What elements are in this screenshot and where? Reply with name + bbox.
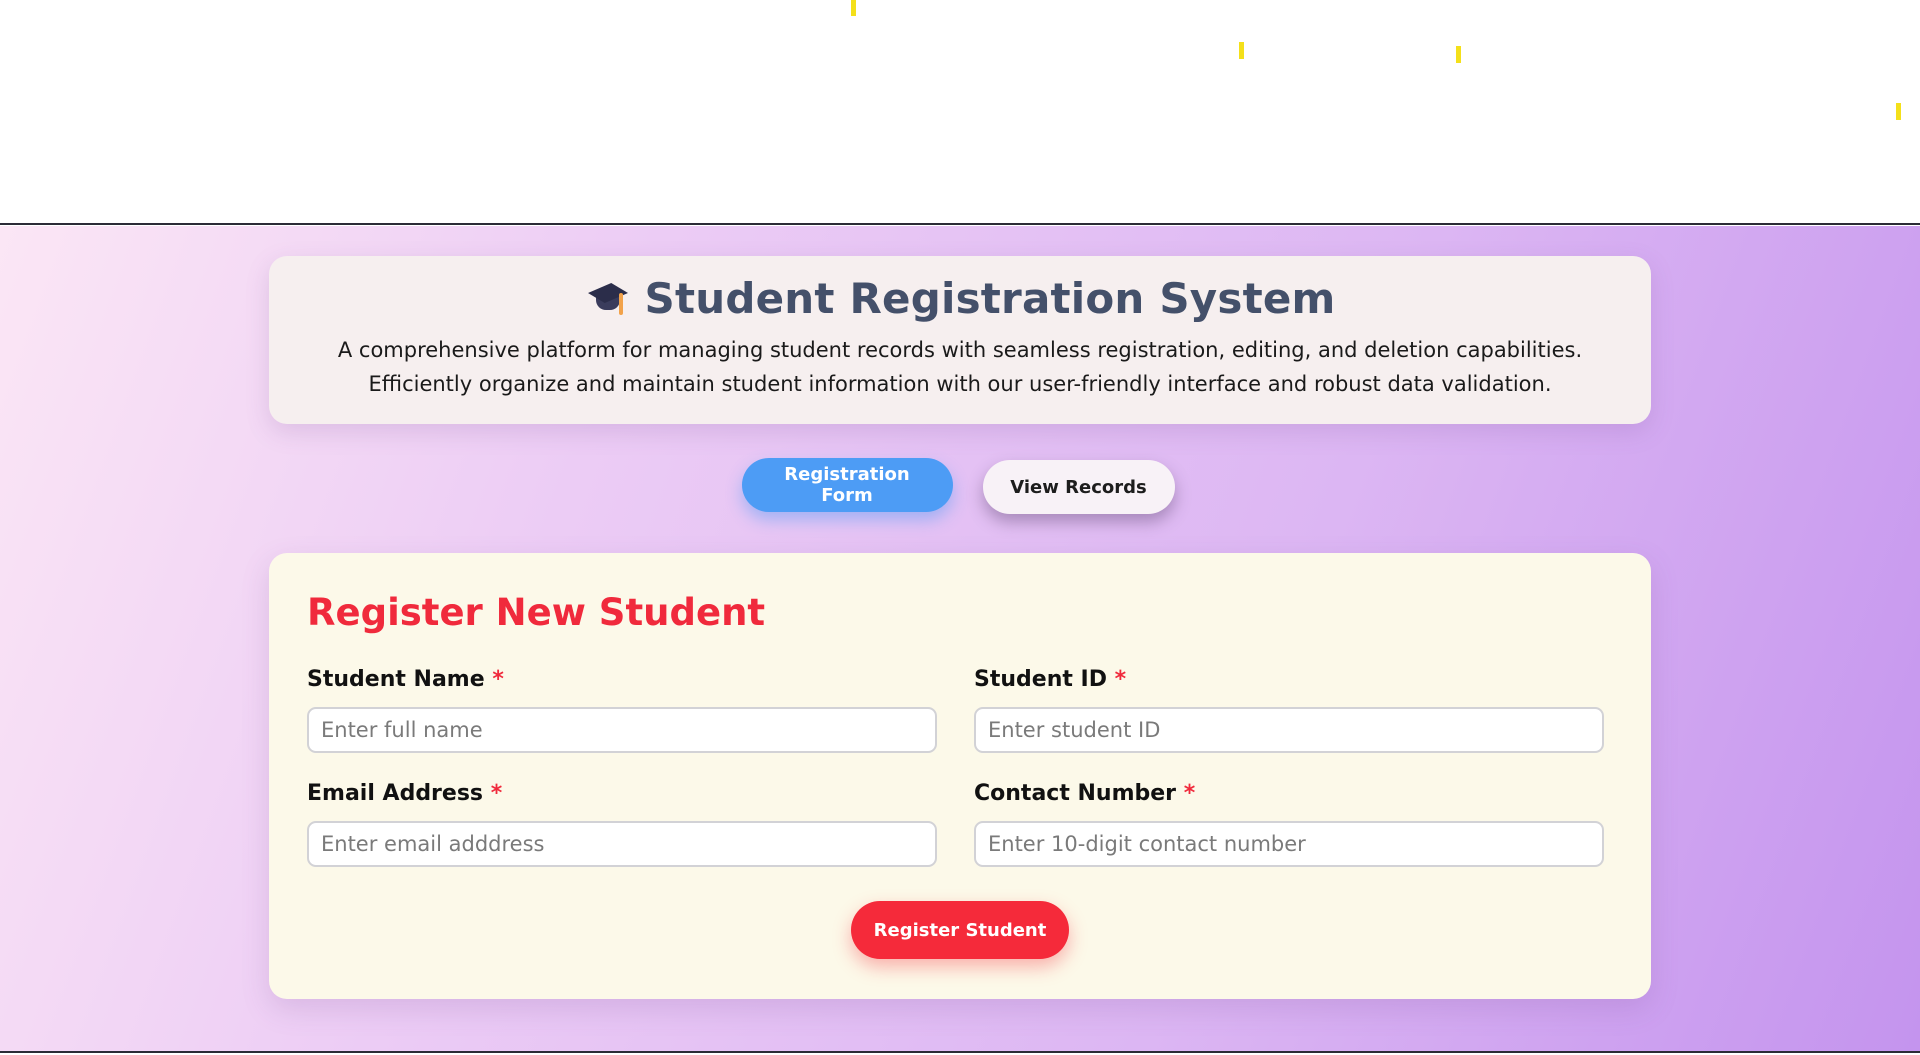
- top-strip: [0, 0, 1920, 225]
- required-marker: *: [1114, 667, 1127, 692]
- confetti-piece: [851, 0, 856, 16]
- register-student-button[interactable]: Register Student: [851, 901, 1069, 959]
- student-id-field: Student ID *: [974, 667, 1604, 753]
- email-input[interactable]: [307, 821, 937, 867]
- email-label-text: Email Address: [307, 781, 484, 806]
- page-title: Student Registration System: [644, 274, 1336, 323]
- contact-number-label: Contact Number *: [974, 781, 1604, 811]
- student-id-input[interactable]: [974, 707, 1604, 753]
- title-row: Student Registration System: [269, 274, 1651, 323]
- page-description: A comprehensive platform for managing st…: [269, 333, 1651, 401]
- required-marker: *: [1183, 781, 1196, 806]
- contact-number-field: Contact Number *: [974, 781, 1604, 867]
- required-marker: *: [490, 781, 503, 806]
- student-name-input[interactable]: [307, 707, 937, 753]
- form-title: Register New Student: [307, 591, 766, 634]
- confetti-piece: [1456, 46, 1461, 63]
- email-label: Email Address *: [307, 781, 937, 811]
- header-card: Student Registration System A comprehens…: [269, 256, 1651, 424]
- graduation-cap-icon: [585, 280, 631, 318]
- registration-form-card: Register New Student Student Name * Stud…: [269, 553, 1651, 999]
- confetti-piece: [1896, 103, 1901, 120]
- student-name-label: Student Name *: [307, 667, 937, 697]
- tab-view-records[interactable]: View Records: [982, 460, 1175, 514]
- description-line-2: Efficiently organize and maintain studen…: [368, 372, 1552, 396]
- confetti-piece: [1239, 42, 1244, 59]
- page-background: Student Registration System A comprehens…: [0, 226, 1920, 1053]
- tab-registration-form[interactable]: Registration Form: [741, 458, 953, 512]
- description-line-1: A comprehensive platform for managing st…: [337, 338, 1583, 362]
- view-tabs: Registration Form View Records: [0, 458, 1920, 514]
- email-field: Email Address *: [307, 781, 937, 867]
- student-id-label-text: Student ID: [974, 667, 1107, 692]
- student-name-label-text: Student Name: [307, 667, 485, 692]
- contact-number-label-text: Contact Number: [974, 781, 1177, 806]
- required-marker: *: [492, 667, 504, 692]
- contact-number-input[interactable]: [974, 821, 1604, 867]
- student-id-label: Student ID *: [974, 667, 1604, 697]
- student-name-field: Student Name *: [307, 667, 937, 753]
